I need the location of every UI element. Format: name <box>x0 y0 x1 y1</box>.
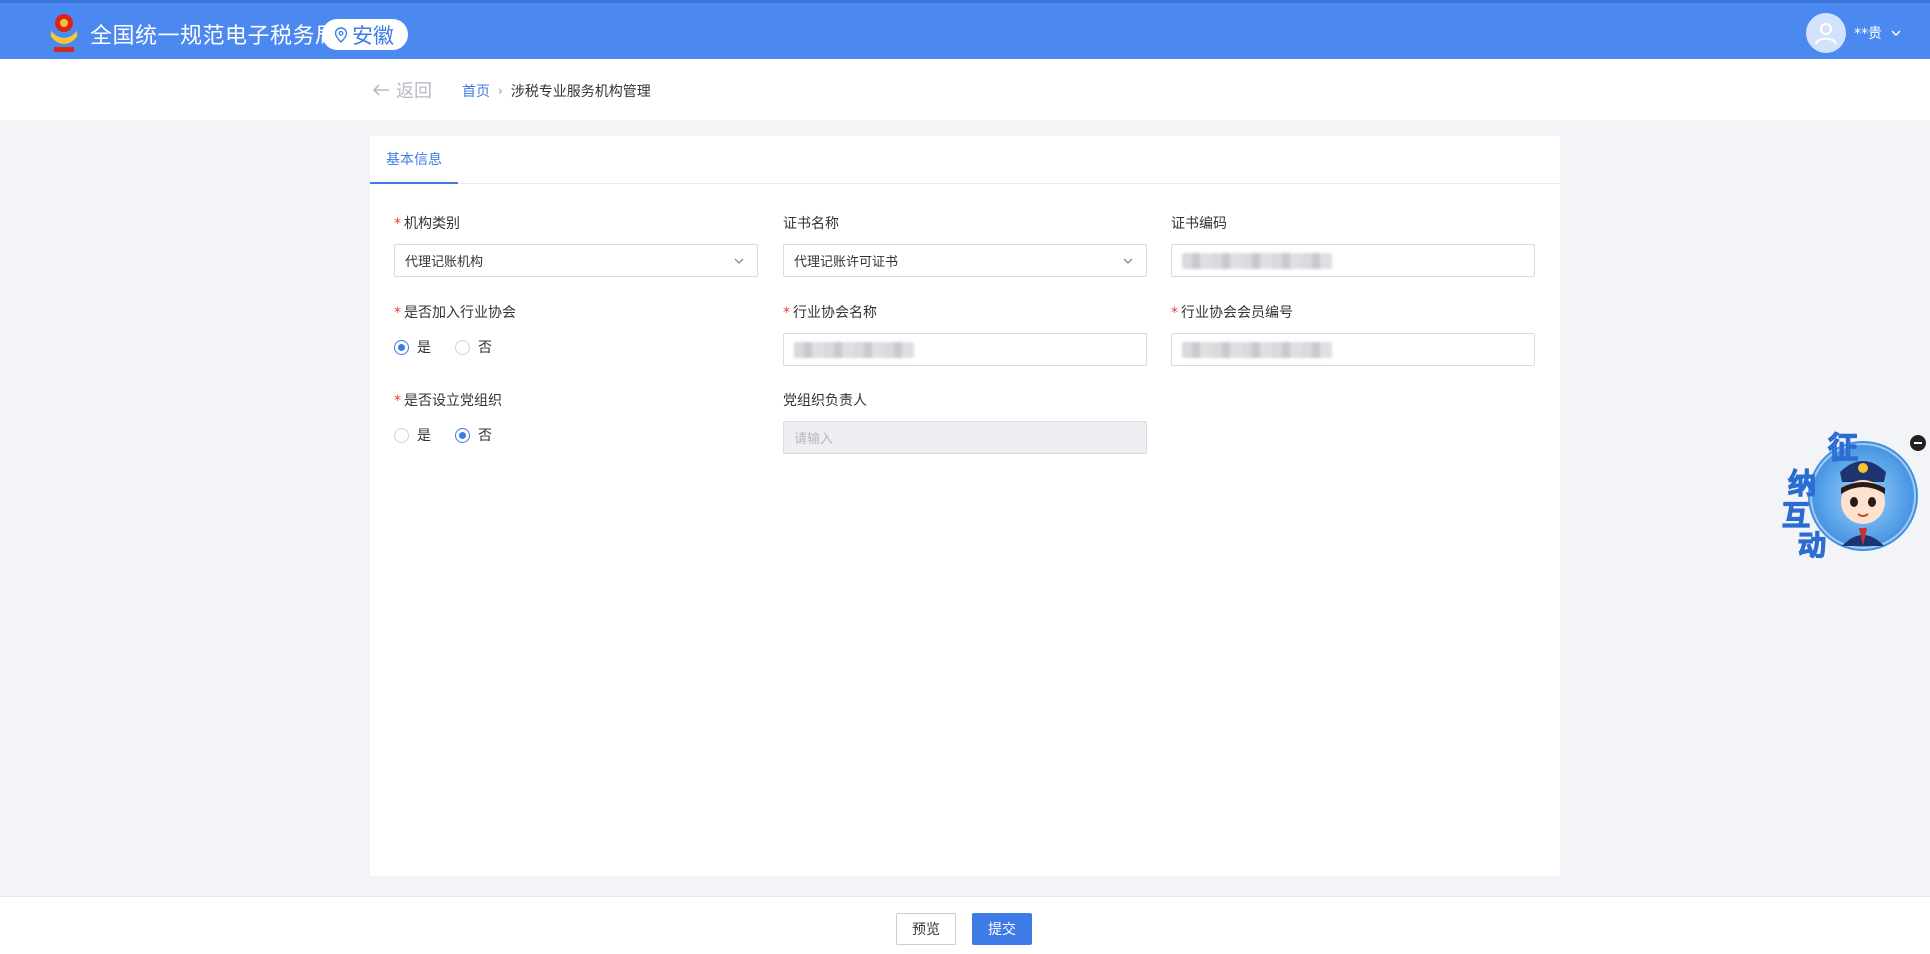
org-type-label: * 机构类别 <box>394 216 460 232</box>
top-header: 全国统一规范电子税务局 安徽 **贵 <box>0 0 1930 59</box>
required-mark: * <box>783 305 790 321</box>
assistant-char-2: 纳 <box>1788 467 1816 500</box>
region-selector[interactable]: 安徽 <box>322 19 408 50</box>
bottom-action-bar: 预览 提交 <box>0 896 1930 954</box>
back-label: 返回 <box>396 81 432 102</box>
chevron-down-icon <box>734 258 744 264</box>
radio-dot <box>455 339 470 355</box>
cert-name-value: 代理记账许可证书 <box>794 255 899 270</box>
tax-emblem-logo <box>51 14 77 52</box>
radio-dot-checked <box>455 427 470 443</box>
redacted-value <box>794 341 914 358</box>
field-assoc-member-no: * 行业协会会员编号 <box>1171 303 1535 366</box>
field-assoc-name: * 行业协会名称 <box>783 303 1147 366</box>
region-label: 安徽 <box>352 23 394 48</box>
tax-assistant-widget[interactable]: 征 纳 互 动 <box>1778 428 1918 558</box>
required-mark: * <box>394 393 401 409</box>
join-assoc-no-radio[interactable]: 否 <box>455 337 492 357</box>
org-type-value: 代理记账机构 <box>405 255 484 270</box>
assistant-char-1: 征 <box>1828 431 1858 466</box>
user-icon <box>1815 23 1837 45</box>
tab-basic-info[interactable]: 基本信息 <box>370 136 458 184</box>
field-party-org: * 是否设立党组织 是 否 <box>394 391 758 445</box>
join-assoc-radio-group: 是 否 <box>394 337 758 357</box>
field-party-leader: 党组织负责人 请输入 <box>783 391 1147 454</box>
party-leader-input[interactable]: 请输入 <box>783 421 1147 454</box>
assoc-member-no-input[interactable] <box>1171 333 1535 366</box>
breadcrumb-separator: › <box>498 84 503 98</box>
field-join-assoc: * 是否加入行业协会 是 否 <box>394 303 758 357</box>
party-org-no-radio[interactable]: 否 <box>455 425 492 445</box>
party-org-label: * 是否设立党组织 <box>394 393 502 409</box>
chevron-down-icon <box>1123 258 1133 264</box>
site-title: 全国统一规范电子税务局 <box>90 24 338 49</box>
party-org-radio-group: 是 否 <box>394 425 758 445</box>
assistant-char-3: 互 <box>1782 499 1810 532</box>
required-mark: * <box>394 305 401 321</box>
chevron-down-icon <box>1891 30 1901 37</box>
cert-code-label: 证书编码 <box>1171 216 1227 232</box>
assistant-char-4: 动 <box>1798 529 1826 558</box>
field-cert-name: 证书名称 代理记账许可证书 <box>783 214 1147 277</box>
assistant-close-button[interactable] <box>1910 435 1926 451</box>
arrow-left-icon <box>372 84 389 96</box>
assoc-name-label: * 行业协会名称 <box>783 305 877 321</box>
cert-code-input[interactable] <box>1171 244 1535 277</box>
breadcrumb: 首页 › 涉税专业服务机构管理 <box>462 81 651 101</box>
cert-name-label: 证书名称 <box>783 216 839 232</box>
assoc-name-input[interactable] <box>783 333 1147 366</box>
breadcrumb-bar: 返回 首页 › 涉税专业服务机构管理 <box>0 59 1930 120</box>
required-mark: * <box>394 216 401 232</box>
redacted-value <box>1182 341 1332 358</box>
radio-dot-checked <box>394 339 409 355</box>
party-leader-label: 党组织负责人 <box>783 393 867 409</box>
breadcrumb-current: 涉税专业服务机构管理 <box>510 84 651 100</box>
form-card: 基本信息 * 机构类别 代理记账机构 证书名称 代理记账许可证书 证书编码 * 是否… <box>370 136 1560 876</box>
party-leader-placeholder: 请输入 <box>794 432 834 447</box>
field-cert-code: 证书编码 <box>1171 214 1535 277</box>
join-assoc-yes-radio[interactable]: 是 <box>394 337 431 357</box>
back-button[interactable]: 返回 <box>372 77 432 103</box>
location-pin-icon <box>334 26 348 43</box>
redacted-value <box>1182 252 1332 269</box>
breadcrumb-home-link[interactable]: 首页 <box>462 81 490 101</box>
party-org-yes-radio[interactable]: 是 <box>394 425 431 445</box>
required-mark: * <box>1171 305 1178 321</box>
radio-dot <box>394 427 409 443</box>
assoc-member-no-label: * 行业协会会员编号 <box>1171 305 1293 321</box>
user-name: **贵 <box>1854 26 1882 42</box>
cert-name-select[interactable]: 代理记账许可证书 <box>783 244 1147 277</box>
preview-button[interactable]: 预览 <box>896 913 956 945</box>
join-assoc-label: * 是否加入行业协会 <box>394 305 516 321</box>
org-type-select[interactable]: 代理记账机构 <box>394 244 758 277</box>
avatar <box>1806 13 1846 53</box>
minus-icon <box>1914 442 1922 444</box>
submit-button[interactable]: 提交 <box>972 913 1032 945</box>
field-org-type: * 机构类别 代理记账机构 <box>394 214 758 277</box>
user-menu[interactable]: **贵 <box>1806 13 1902 53</box>
tab-bar: 基本信息 <box>370 136 1560 184</box>
